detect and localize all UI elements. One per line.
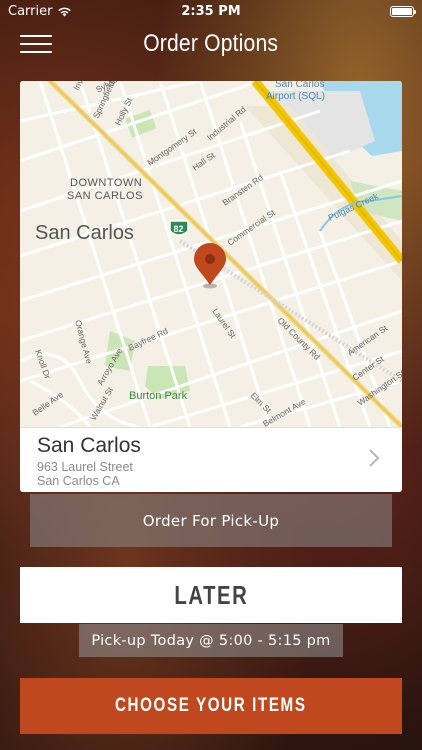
address-line2: San Carlos CA (37, 474, 120, 488)
order-type-button[interactable]: Order For Pick-Up (30, 494, 392, 547)
svg-text:Burton Park: Burton Park (129, 390, 188, 402)
svg-text:San Carlos: San Carlos (275, 81, 324, 90)
pickup-time-selector[interactable]: Pick-up Today @ 5:00 - 5:15 pm (79, 624, 343, 657)
svg-text:San Carlos: San Carlos (35, 222, 134, 244)
later-label: LATER (174, 579, 248, 610)
address-line1: 963 Laurel Street (37, 460, 133, 474)
svg-text:DOWNTOWN: DOWNTOWN (70, 177, 142, 189)
chevron-right-icon (369, 449, 380, 467)
svg-text:Airport (SQL): Airport (SQL) (266, 91, 325, 102)
nav-bar: Order Options (0, 22, 422, 66)
svg-text:82: 82 (174, 224, 184, 234)
later-button[interactable]: LATER (20, 567, 402, 623)
battery-icon (390, 5, 416, 17)
svg-text:SAN CARLOS: SAN CARLOS (67, 190, 143, 202)
highway-82-shield: 82 (169, 220, 189, 236)
status-bar: Carrier 2:35 PM (0, 0, 422, 22)
map[interactable]: San Carlos Airport (SQL) DOWNTOWN SAN CA… (20, 81, 402, 427)
clock: 2:35 PM (181, 3, 241, 19)
choose-items-button[interactable]: CHOOSE YOUR ITEMS (20, 678, 402, 734)
location-name: San Carlos (37, 434, 141, 457)
page-title: Order Options (143, 30, 279, 57)
location-row[interactable]: San Carlos 963 Laurel Street San Carlos … (20, 427, 402, 492)
location-card: San Carlos Airport (SQL) DOWNTOWN SAN CA… (20, 81, 402, 492)
map-canvas: San Carlos Airport (SQL) DOWNTOWN SAN CA… (20, 81, 402, 427)
menu-icon[interactable] (20, 35, 52, 53)
choose-items-label: CHOOSE YOUR ITEMS (115, 695, 307, 716)
